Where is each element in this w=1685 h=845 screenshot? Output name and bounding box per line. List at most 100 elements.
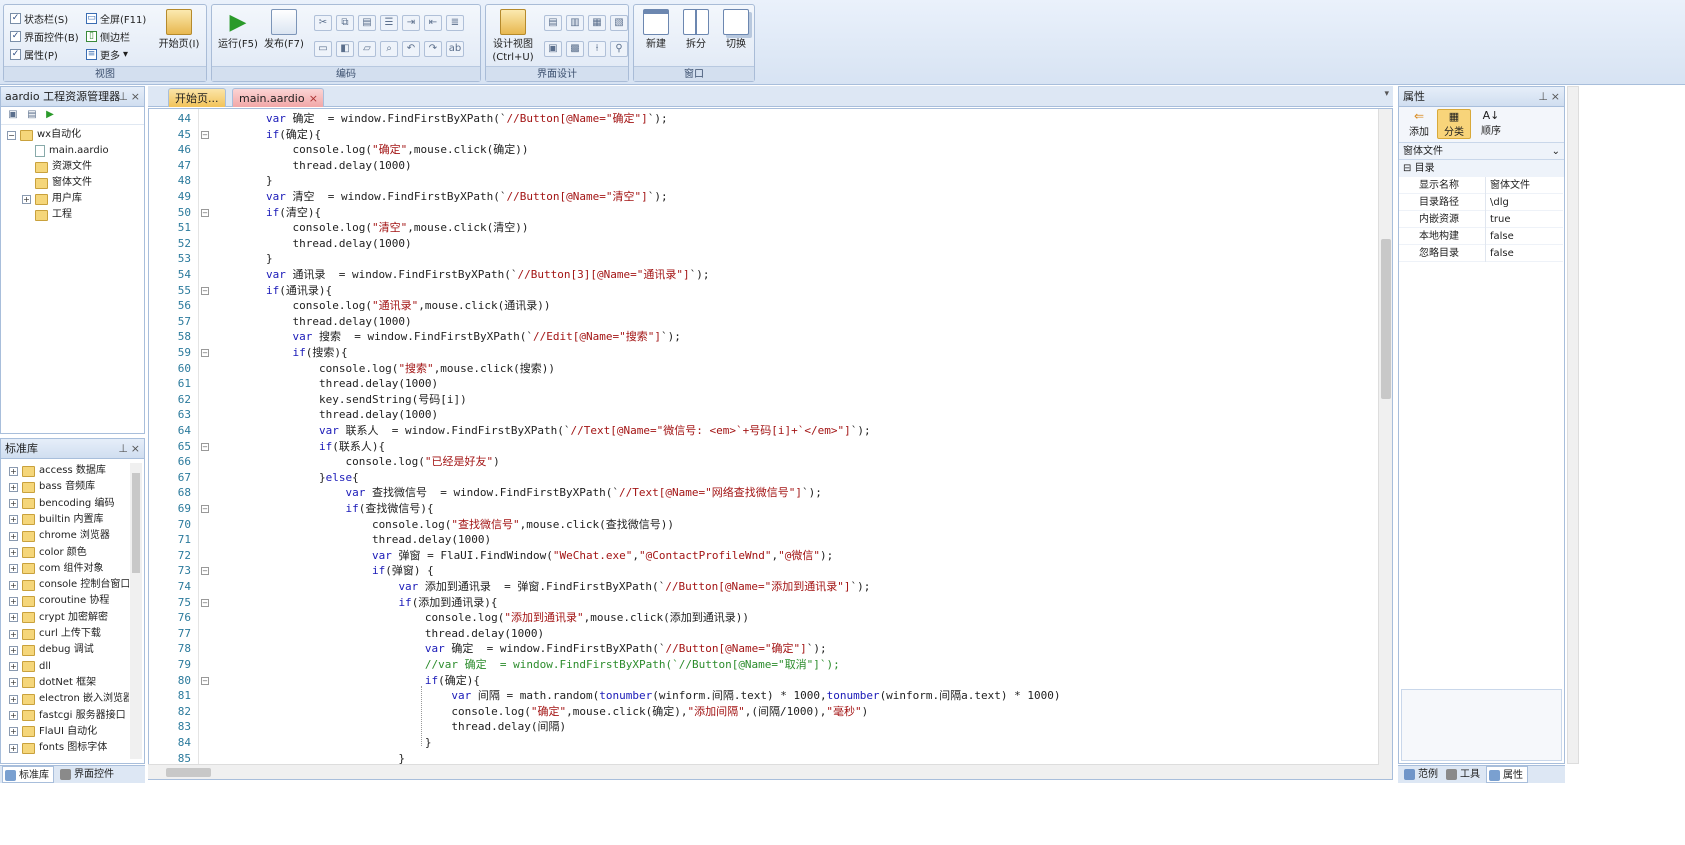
pin-icon[interactable]: ⊥ <box>118 439 128 459</box>
sidebar-button[interactable]: ▯ 侧边栏 <box>86 29 130 44</box>
right-scrollbar[interactable] <box>1567 86 1579 764</box>
align-center-icon[interactable]: ▥ <box>566 15 584 31</box>
stdlib-item[interactable]: + console 控制台窗口 <box>9 577 129 593</box>
expand-icon[interactable]: + <box>9 531 18 541</box>
vertical-scrollbar[interactable] <box>1378 109 1392 779</box>
property-value[interactable]: \dlg <box>1485 194 1565 211</box>
close-icon[interactable]: × <box>1551 87 1560 107</box>
order-button[interactable]: A↓ 顺序 <box>1475 109 1507 137</box>
anchor-icon[interactable]: ⚲ <box>610 41 628 57</box>
property-row[interactable]: 忽略目录 false <box>1399 245 1563 262</box>
expand-icon[interactable]: + <box>9 727 18 737</box>
stdlib-item[interactable]: + builtin 内置库 <box>9 512 103 528</box>
align-icon[interactable]: ≣ <box>446 15 464 31</box>
expand-icon[interactable]: + <box>9 711 18 720</box>
tree-item[interactable]: 窗体文件 <box>35 175 92 191</box>
split-button[interactable]: 拆分 <box>678 9 714 51</box>
expand-icon[interactable]: + <box>9 743 18 753</box>
tab-ui-controls[interactable]: 界面控件 <box>58 766 114 783</box>
pin-icon[interactable]: ⊥ <box>1538 87 1548 107</box>
expand-icon[interactable]: + <box>9 466 18 476</box>
stdlib-item[interactable]: + FlaUI 自动化 <box>9 724 97 740</box>
format-icon[interactable]: ☰ <box>380 15 398 31</box>
collapse-icon[interactable]: ⊟ <box>1403 163 1411 174</box>
close-icon[interactable]: × <box>131 87 140 107</box>
publish-button[interactable]: 发布(F7) <box>262 9 306 51</box>
expand-icon[interactable]: + <box>9 564 18 574</box>
stdlib-item[interactable]: + crypt 加密解密 <box>9 610 108 626</box>
stdlib-item[interactable]: + com 组件对象 <box>9 561 104 577</box>
stdlib-item[interactable]: + fonts 图标字体 <box>9 740 107 756</box>
stdlib-item[interactable]: + access 数据库 <box>9 463 106 479</box>
redo-icon[interactable]: ↷ <box>424 41 442 57</box>
more-button[interactable]: ≡ 更多 ▾ <box>86 47 128 62</box>
tab-samples[interactable]: 范例 <box>1402 766 1438 783</box>
fullscreen-button[interactable]: ▭ 全屏(F11) <box>86 11 146 26</box>
run-small-icon[interactable]: ▶ <box>41 108 59 124</box>
property-value[interactable]: 窗体文件 <box>1485 177 1565 194</box>
fold-marker[interactable]: − <box>201 442 209 451</box>
category-button[interactable]: ▦ 分类 <box>1437 109 1471 139</box>
tree-item[interactable]: 资源文件 <box>35 159 92 175</box>
expand-icon[interactable]: + <box>9 694 18 704</box>
undo-icon[interactable]: ↶ <box>402 41 420 57</box>
new-window-button[interactable]: 新建 <box>638 9 674 51</box>
design-view-button[interactable]: 设计视图 (Ctrl+U) <box>488 9 538 64</box>
tree-root[interactable]: − wx自动化 <box>7 127 81 143</box>
stdlib-item[interactable]: + electron 嵌入浏览器 <box>9 691 129 707</box>
fold-marker[interactable]: − <box>201 130 209 139</box>
align-left-icon[interactable]: ▤ <box>544 15 562 31</box>
layout-icon[interactable]: ▧ <box>610 15 628 31</box>
fold-marker[interactable]: − <box>201 286 209 295</box>
tab-stdlib[interactable]: 标准库 <box>2 766 54 783</box>
add-button[interactable]: ⇐ 添加 <box>1403 109 1435 138</box>
tab-tools[interactable]: 工具 <box>1444 766 1480 783</box>
indent-icon[interactable]: ⇥ <box>402 15 420 31</box>
expand-icon[interactable]: + <box>9 580 18 590</box>
pin-icon[interactable]: ⊥ <box>118 87 128 107</box>
find-replace-icon[interactable]: ab <box>446 41 464 57</box>
tree-item[interactable]: main.aardio <box>35 143 109 159</box>
horizontal-scrollbar[interactable] <box>148 764 1379 779</box>
open-folder-icon[interactable]: ▣ <box>4 108 22 124</box>
search-icon[interactable]: ⌕ <box>380 41 398 57</box>
grid-icon[interactable]: ▩ <box>566 41 584 57</box>
tab-start-page[interactable]: 开始页... <box>168 88 226 107</box>
property-value[interactable]: false <box>1485 228 1565 245</box>
close-icon[interactable]: × <box>131 439 140 459</box>
stdlib-item[interactable]: + fastcgi 服务器接口 <box>9 708 126 724</box>
object-selector[interactable]: 窗体文件 ⌄ <box>1399 143 1564 160</box>
property-row[interactable]: 目录路径 \dlg <box>1399 194 1563 211</box>
cut-icon[interactable]: ✂ <box>314 15 332 31</box>
comment-icon[interactable]: ▭ <box>314 41 332 57</box>
expand-icon[interactable]: + <box>9 629 18 639</box>
expand-icon[interactable]: + <box>9 548 18 557</box>
ui-controls-checkbox[interactable]: ✓ 界面控件(B) <box>10 29 79 44</box>
code-editor[interactable]: 44 45 46 47 48 49 50 51 52 53 54 55 56 57 58 59 60 61 62 63… <box>148 108 1393 780</box>
expand-icon[interactable]: + <box>9 515 18 525</box>
copy-icon[interactable]: ⧉ <box>336 15 354 31</box>
stdlib-scrollbar[interactable] <box>130 463 142 759</box>
stdlib-item[interactable]: + dotNet 框架 <box>9 675 96 691</box>
stdlib-item[interactable]: + coroutine 协程 <box>9 593 109 609</box>
same-size-icon[interactable]: ▣ <box>544 41 562 57</box>
properties-checkbox[interactable]: ✓ 属性(P) <box>10 47 58 62</box>
expand-icon[interactable]: + <box>9 645 18 655</box>
fold-marker[interactable]: − <box>201 208 209 217</box>
stdlib-item[interactable]: + bass 音频库 <box>9 479 95 495</box>
run-button[interactable]: ▶ 运行(F5) <box>216 9 260 51</box>
stdlib-item[interactable]: + chrome 浏览器 <box>9 528 110 544</box>
property-row[interactable]: 显示名称 窗体文件 <box>1399 177 1563 194</box>
stdlib-item[interactable]: + color 颜色 <box>9 545 87 561</box>
expand-icon[interactable]: + <box>9 482 18 492</box>
stdlib-item[interactable]: + dll <box>9 659 51 675</box>
comment-toggle-icon[interactable]: ▱ <box>358 41 376 57</box>
fold-marker[interactable]: − <box>201 349 209 357</box>
fold-marker[interactable]: − <box>201 567 209 576</box>
fold-marker[interactable]: − <box>201 505 209 513</box>
align-right-icon[interactable]: ▦ <box>588 15 606 31</box>
tab-dropdown-icon[interactable]: ▾ <box>1384 89 1389 99</box>
outdent-icon[interactable]: ⇤ <box>424 15 442 31</box>
pin-icon[interactable]: ⍿ <box>588 41 606 57</box>
bookmark-icon[interactable]: ◧ <box>336 41 354 57</box>
